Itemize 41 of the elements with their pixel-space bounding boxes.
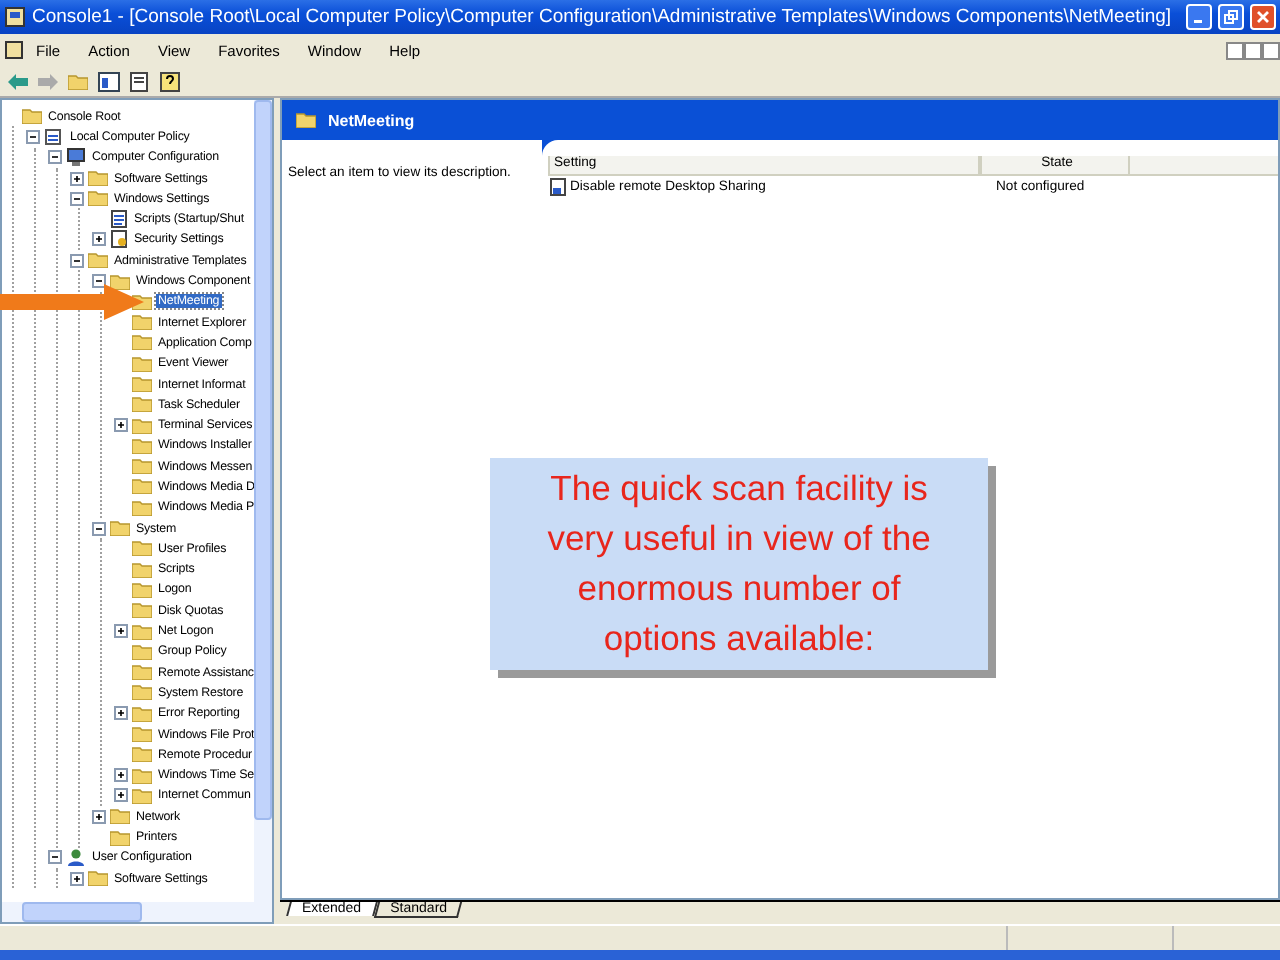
policy-icon — [44, 127, 64, 146]
horizontal-scrollbar[interactable] — [2, 902, 272, 922]
computer-icon — [66, 148, 86, 167]
details-title: NetMeeting — [328, 111, 415, 129]
close-button[interactable] — [1262, 41, 1280, 59]
collapse-toggle-icon[interactable] — [70, 253, 84, 268]
document-icon — [110, 230, 128, 249]
folder-icon — [296, 112, 316, 128]
export-list-icon[interactable] — [130, 71, 150, 91]
console-icon — [4, 6, 26, 28]
folder-icon — [88, 870, 108, 887]
collapse-toggle-icon[interactable] — [70, 191, 84, 206]
expand-toggle-icon[interactable] — [114, 418, 128, 433]
close-icon — [1256, 10, 1270, 24]
window-title: Console1 - [Console Root\Local Computer Policy\Computer Configuration\Administrative Templates\Windows Components\NetMeeting] — [32, 6, 1174, 28]
tree-toggle-icon[interactable] — [98, 71, 120, 91]
vertical-scrollbar[interactable] — [254, 100, 272, 902]
back-arrow-icon[interactable] — [8, 73, 28, 89]
expand-toggle-icon[interactable] — [114, 624, 128, 639]
folder-icon — [22, 108, 42, 125]
expand-toggle-icon[interactable] — [114, 706, 128, 721]
collapse-toggle-icon[interactable] — [26, 129, 40, 144]
expand-toggle-icon[interactable] — [114, 768, 128, 783]
minimize-button[interactable] — [1226, 41, 1244, 59]
document-icon — [110, 210, 128, 229]
help-icon[interactable] — [160, 71, 180, 91]
restore-icon — [1224, 10, 1238, 24]
expand-toggle-icon[interactable] — [92, 809, 106, 824]
setting-icon — [550, 178, 566, 196]
expand-toggle-icon[interactable] — [70, 871, 84, 886]
collapse-toggle-icon[interactable] — [48, 850, 62, 865]
callout-text: The quick scan facility is very useful in view of the enormous number of options available: — [545, 466, 933, 662]
restore-button[interactable] — [1244, 41, 1262, 59]
collapse-toggle-icon[interactable] — [48, 150, 62, 165]
collapse-toggle-icon[interactable] — [92, 274, 106, 289]
expand-toggle-icon[interactable] — [70, 171, 84, 186]
console-icon — [4, 40, 24, 60]
expand-toggle-icon[interactable] — [92, 232, 106, 247]
collapse-toggle-icon[interactable] — [92, 521, 106, 536]
user-icon — [66, 848, 86, 867]
expand-toggle-icon[interactable] — [114, 788, 128, 803]
